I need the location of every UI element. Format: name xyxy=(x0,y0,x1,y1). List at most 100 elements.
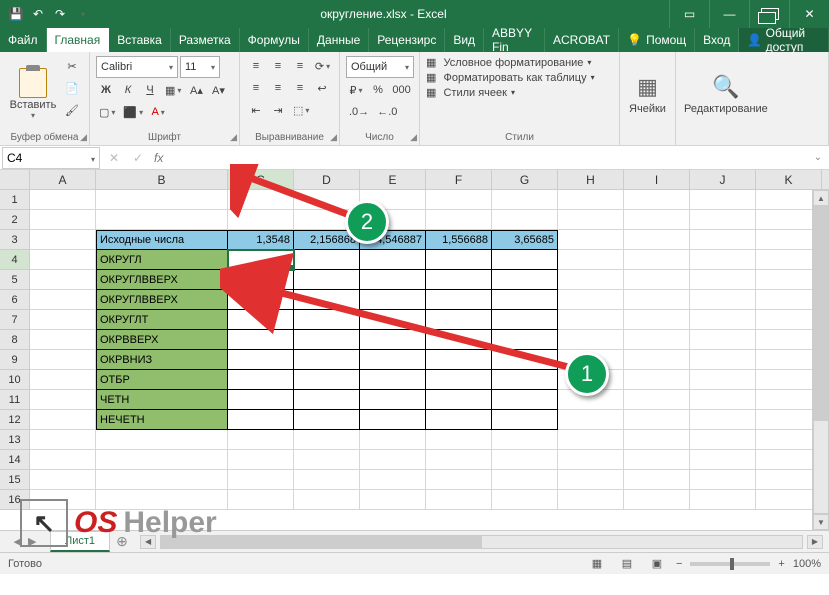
col-header[interactable]: H xyxy=(558,170,624,189)
cell[interactable] xyxy=(30,410,96,430)
cell[interactable] xyxy=(96,210,228,230)
cell[interactable] xyxy=(30,310,96,330)
row-header[interactable]: 9 xyxy=(0,350,30,370)
cell[interactable] xyxy=(426,370,492,390)
dialog-launcher-icon[interactable]: ◢ xyxy=(410,132,417,143)
cell[interactable] xyxy=(624,230,690,250)
col-header[interactable]: C xyxy=(228,170,294,189)
cell[interactable]: ОКРУГЛТ xyxy=(96,310,228,330)
orientation-icon[interactable]: ⟳ xyxy=(312,56,333,76)
cell[interactable] xyxy=(294,410,360,430)
cell[interactable] xyxy=(96,190,228,210)
cell[interactable] xyxy=(624,310,690,330)
scroll-track[interactable] xyxy=(813,206,829,514)
border-button[interactable]: ▦ xyxy=(162,80,184,100)
zoom-in-icon[interactable]: + xyxy=(778,558,784,570)
currency-icon[interactable]: ₽ xyxy=(346,80,366,100)
cell[interactable] xyxy=(426,470,492,490)
align-top-icon[interactable]: ≡ xyxy=(246,56,266,76)
cell[interactable] xyxy=(558,430,624,450)
col-header[interactable]: G xyxy=(492,170,558,189)
cell[interactable] xyxy=(624,470,690,490)
conditional-formatting-button[interactable]: ▦ Условное форматирование▾ xyxy=(426,56,613,69)
decrease-font-icon[interactable]: A▾ xyxy=(208,80,228,100)
comma-icon[interactable]: 000 xyxy=(390,80,413,100)
chevron-down-icon[interactable] xyxy=(91,151,95,165)
cell[interactable] xyxy=(30,450,96,470)
redo-icon[interactable]: ↷ xyxy=(52,6,68,22)
cell[interactable]: 3,65685 xyxy=(492,230,558,250)
cell[interactable] xyxy=(360,250,426,270)
scroll-up-icon[interactable]: ▲ xyxy=(813,190,829,206)
cell[interactable] xyxy=(558,310,624,330)
cell[interactable] xyxy=(294,490,360,510)
zoom-slider[interactable] xyxy=(690,562,770,566)
fill-color-button[interactable]: ⬛ xyxy=(120,102,146,122)
cell[interactable] xyxy=(690,270,756,290)
cell[interactable] xyxy=(228,410,294,430)
row-header[interactable]: 1 xyxy=(0,190,30,210)
cell[interactable]: 1,556688 xyxy=(426,230,492,250)
cell-styles-button[interactable]: ▦ Стили ячеек▾ xyxy=(426,86,613,99)
cell[interactable] xyxy=(624,270,690,290)
cell[interactable] xyxy=(558,250,624,270)
cell[interactable] xyxy=(690,430,756,450)
wrap-text-icon[interactable]: ↩ xyxy=(312,78,332,98)
cell[interactable] xyxy=(294,330,360,350)
cell[interactable] xyxy=(492,270,558,290)
cell[interactable] xyxy=(624,390,690,410)
cell[interactable] xyxy=(690,310,756,330)
row-header[interactable]: 6 xyxy=(0,290,30,310)
paste-button[interactable]: Вставить ▾ xyxy=(6,56,60,130)
row-header[interactable]: 7 xyxy=(0,310,30,330)
cell[interactable] xyxy=(228,290,294,310)
cell[interactable] xyxy=(624,210,690,230)
cell[interactable] xyxy=(360,370,426,390)
cell[interactable] xyxy=(360,490,426,510)
format-painter-icon[interactable]: 🖌 xyxy=(62,100,82,120)
bold-button[interactable]: Ж xyxy=(96,80,116,100)
row-header[interactable]: 15 xyxy=(0,470,30,490)
cell[interactable] xyxy=(492,390,558,410)
cell[interactable] xyxy=(30,290,96,310)
horizontal-scrollbar[interactable]: ◀ ▶ xyxy=(134,531,829,552)
cell[interactable] xyxy=(690,330,756,350)
cell[interactable] xyxy=(30,190,96,210)
cell[interactable]: 1,3548 xyxy=(228,230,294,250)
cell[interactable] xyxy=(360,330,426,350)
name-box[interactable]: C4 xyxy=(2,147,100,169)
cell[interactable] xyxy=(228,270,294,290)
cell[interactable] xyxy=(426,390,492,410)
cell[interactable] xyxy=(492,250,558,270)
cell[interactable] xyxy=(228,450,294,470)
copy-icon[interactable]: 📄 xyxy=(62,78,82,98)
cell[interactable] xyxy=(294,430,360,450)
cell[interactable] xyxy=(30,330,96,350)
col-header[interactable]: B xyxy=(96,170,228,189)
cell[interactable] xyxy=(624,250,690,270)
cell[interactable] xyxy=(492,410,558,430)
cell[interactable]: ЧЕТН xyxy=(96,390,228,410)
expand-formula-bar-icon[interactable]: ⌄ xyxy=(807,152,829,163)
select-all-corner[interactable] xyxy=(0,170,30,189)
scroll-down-icon[interactable]: ▼ xyxy=(813,514,829,530)
cell[interactable] xyxy=(690,210,756,230)
align-middle-icon[interactable]: ≡ xyxy=(268,56,288,76)
scroll-thumb[interactable] xyxy=(814,207,828,421)
cell[interactable] xyxy=(228,190,294,210)
tab-acrobat[interactable]: ACROBAT xyxy=(545,28,619,52)
underline-button[interactable]: Ч xyxy=(140,80,160,100)
cell[interactable] xyxy=(492,430,558,450)
cell[interactable] xyxy=(558,210,624,230)
cell[interactable] xyxy=(558,190,624,210)
cell[interactable]: НЕЧЕТН xyxy=(96,410,228,430)
cell[interactable] xyxy=(360,310,426,330)
row-header[interactable]: 10 xyxy=(0,370,30,390)
col-header[interactable]: F xyxy=(426,170,492,189)
row-header[interactable]: 13 xyxy=(0,430,30,450)
cell[interactable] xyxy=(360,410,426,430)
cell[interactable] xyxy=(426,310,492,330)
merge-button[interactable]: ⬚ xyxy=(290,100,312,120)
cell[interactable] xyxy=(228,330,294,350)
cell[interactable] xyxy=(624,350,690,370)
